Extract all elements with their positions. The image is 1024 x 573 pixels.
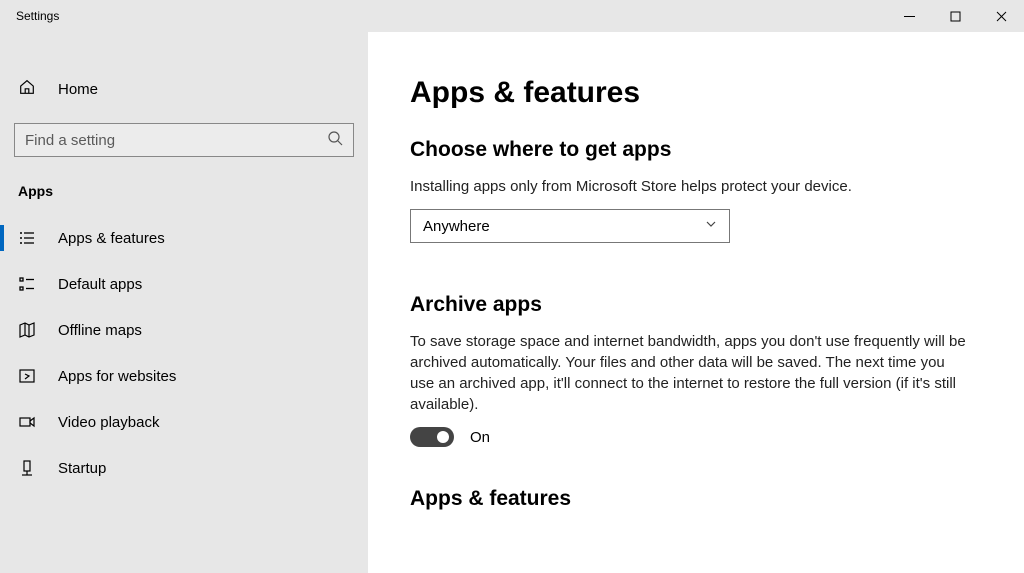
- minimize-button[interactable]: [886, 0, 932, 32]
- app-source-dropdown[interactable]: Anywhere: [410, 209, 730, 243]
- chevron-down-icon: [705, 217, 717, 235]
- websites-icon: [18, 367, 36, 385]
- sidebar-section-heading: Apps: [0, 175, 368, 215]
- home-nav[interactable]: Home: [0, 68, 368, 111]
- sidebar-item-label: Apps for websites: [58, 368, 176, 385]
- home-icon: [18, 78, 36, 101]
- defaults-icon: [18, 275, 36, 293]
- sidebar-item-label: Offline maps: [58, 322, 142, 339]
- sidebar-item-startup[interactable]: Startup: [0, 445, 368, 491]
- archive-toggle-label: On: [470, 429, 490, 446]
- startup-icon: [18, 459, 36, 477]
- close-icon: [996, 11, 1007, 22]
- sidebar-item-offline-maps[interactable]: Offline maps: [0, 307, 368, 353]
- archive-heading: Archive apps: [410, 293, 982, 317]
- search-box[interactable]: [14, 123, 354, 157]
- sidebar-item-label: Apps & features: [58, 230, 165, 247]
- archive-description: To save storage space and internet bandw…: [410, 331, 970, 415]
- window-controls: [886, 0, 1024, 32]
- title-bar: Settings: [0, 0, 1024, 32]
- close-button[interactable]: [978, 0, 1024, 32]
- map-icon: [18, 321, 36, 339]
- video-icon: [18, 413, 36, 431]
- archive-toggle[interactable]: [410, 427, 454, 447]
- sidebar: Home Apps Apps & features: [0, 32, 368, 573]
- minimize-icon: [904, 11, 915, 22]
- apps-features-heading: Apps & features: [410, 487, 982, 511]
- home-label: Home: [58, 81, 98, 98]
- page-title: Apps & features: [410, 76, 982, 110]
- maximize-icon: [950, 11, 961, 22]
- sidebar-item-apps-features[interactable]: Apps & features: [0, 215, 368, 261]
- sidebar-item-label: Startup: [58, 460, 106, 477]
- sidebar-item-label: Default apps: [58, 276, 142, 293]
- content-area: Apps & features Choose where to get apps…: [368, 32, 1024, 573]
- search-icon: [327, 130, 343, 151]
- toggle-knob: [437, 431, 449, 443]
- sidebar-item-label: Video playback: [58, 414, 159, 431]
- dropdown-value: Anywhere: [423, 218, 490, 235]
- sidebar-item-video-playback[interactable]: Video playback: [0, 399, 368, 445]
- sidebar-item-apps-for-websites[interactable]: Apps for websites: [0, 353, 368, 399]
- choose-heading: Choose where to get apps: [410, 138, 982, 162]
- sidebar-item-default-apps[interactable]: Default apps: [0, 261, 368, 307]
- sidebar-nav: Apps & features Default apps Offline map…: [0, 215, 368, 491]
- window-title: Settings: [16, 9, 59, 23]
- maximize-button[interactable]: [932, 0, 978, 32]
- choose-description: Installing apps only from Microsoft Stor…: [410, 176, 970, 197]
- list-icon: [18, 229, 36, 247]
- search-input[interactable]: [25, 132, 327, 149]
